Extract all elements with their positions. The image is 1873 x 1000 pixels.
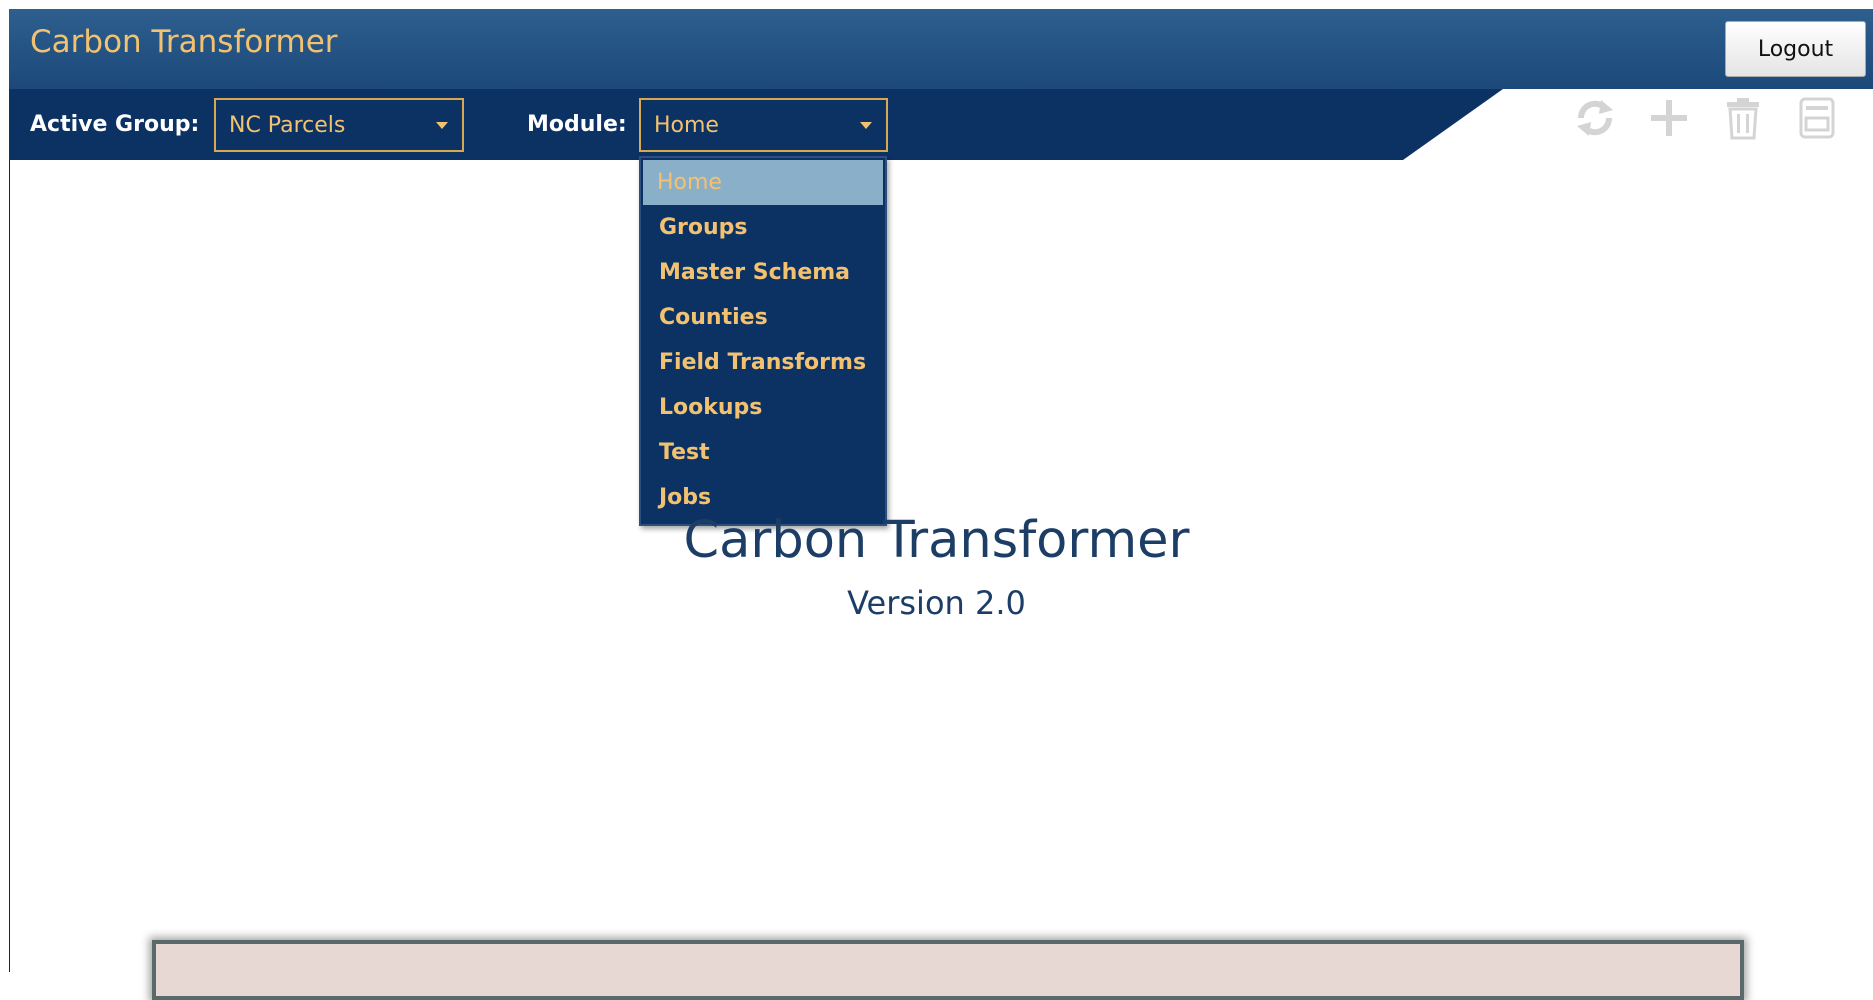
- add-icon[interactable]: [1645, 95, 1693, 141]
- module-dropdown: Home Groups Master Schema Counties Field…: [639, 156, 887, 526]
- logout-button[interactable]: Logout: [1725, 21, 1866, 77]
- menu-item-master-schema[interactable]: Master Schema: [641, 250, 885, 295]
- chevron-down-icon: [436, 122, 448, 129]
- save-icon[interactable]: [1793, 95, 1841, 141]
- home-title: Carbon Transformer: [683, 511, 1190, 570]
- module-value: Home: [654, 112, 719, 138]
- menu-item-counties[interactable]: Counties: [641, 295, 885, 340]
- menu-item-home[interactable]: Home: [643, 160, 883, 205]
- module-label: Module:: [527, 112, 627, 137]
- app-title: Carbon Transformer: [30, 24, 338, 60]
- active-group-value: NC Parcels: [229, 112, 346, 138]
- active-group-select[interactable]: NC Parcels: [214, 98, 464, 152]
- module-select[interactable]: Home: [639, 98, 888, 152]
- version-text: Version 2.0: [847, 584, 1026, 622]
- refresh-icon[interactable]: [1571, 95, 1619, 141]
- delete-icon[interactable]: [1719, 95, 1767, 141]
- active-group-label: Active Group:: [30, 112, 200, 137]
- bottom-panel: [152, 940, 1744, 1000]
- menu-item-groups[interactable]: Groups: [641, 205, 885, 250]
- toolbar-icons: [1571, 95, 1841, 141]
- menu-item-test[interactable]: Test: [641, 430, 885, 475]
- menu-item-lookups[interactable]: Lookups: [641, 385, 885, 430]
- chevron-down-icon: [860, 122, 872, 129]
- menu-item-field-transforms[interactable]: Field Transforms: [641, 340, 885, 385]
